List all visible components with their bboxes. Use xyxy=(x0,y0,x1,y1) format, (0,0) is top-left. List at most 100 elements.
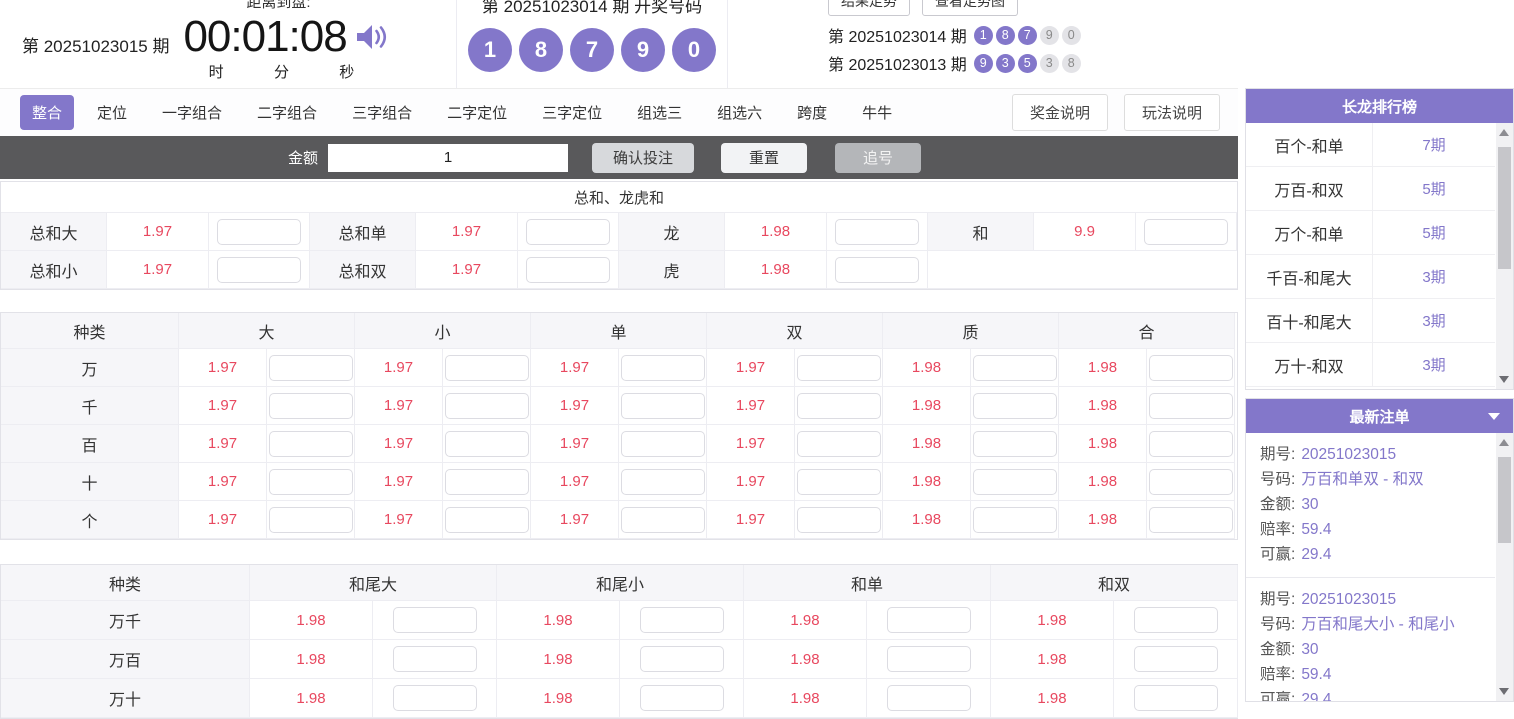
tab-9[interactable]: 跨度 xyxy=(785,95,839,130)
scroll-up-icon[interactable] xyxy=(1499,439,1509,446)
bet-amount-input[interactable] xyxy=(973,469,1057,495)
bet-amount-input[interactable] xyxy=(526,257,610,283)
bet-amount-input[interactable] xyxy=(835,219,919,245)
tab-2[interactable]: 一字组合 xyxy=(150,95,234,130)
bet-amount-input[interactable] xyxy=(269,469,353,495)
bet-amount-input[interactable] xyxy=(973,355,1057,381)
dragon-name: 百十-和尾大 xyxy=(1246,299,1373,342)
column-header: 单 xyxy=(531,313,707,349)
bet-odds: 1.97 xyxy=(707,463,795,501)
order-entry: 期号:20251023015号码:万百和尾大小 - 和尾小金额:30赔率:59.… xyxy=(1246,578,1495,701)
bet-amount-input[interactable] xyxy=(887,685,971,711)
view-trend-chart-button[interactable]: 查看走势图 xyxy=(922,0,1018,16)
play-help-button[interactable]: 玩法说明 xyxy=(1124,94,1220,131)
bet-amount-input[interactable] xyxy=(1134,685,1218,711)
tab-0[interactable]: 整合 xyxy=(20,95,74,130)
bet-amount-input[interactable] xyxy=(640,685,724,711)
draw-ball: 8 xyxy=(519,28,563,72)
bet-amount-input[interactable] xyxy=(393,607,477,633)
bet-amount-input[interactable] xyxy=(835,257,919,283)
bet-amount-input[interactable] xyxy=(887,646,971,672)
bet-amount-input[interactable] xyxy=(621,431,705,457)
bet-amount-input[interactable] xyxy=(1134,646,1218,672)
scrollbar-thumb[interactable] xyxy=(1498,147,1511,269)
scroll-down-icon[interactable] xyxy=(1499,688,1509,695)
bet-input-cell xyxy=(443,387,531,425)
bet-amount-input[interactable] xyxy=(1149,393,1233,419)
bet-input-cell xyxy=(1147,387,1235,425)
bet-amount-input[interactable] xyxy=(640,646,724,672)
bonus-help-button[interactable]: 奖金说明 xyxy=(1012,94,1108,131)
tab-1[interactable]: 定位 xyxy=(85,95,139,130)
order-period-label: 期号: xyxy=(1260,442,1295,467)
dragon-list-item: 万百-和双5期 xyxy=(1246,167,1495,211)
bet-amount-input[interactable] xyxy=(973,507,1057,533)
bet-amount-input[interactable] xyxy=(797,431,881,457)
bet-amount-input[interactable] xyxy=(269,393,353,419)
tab-6[interactable]: 三字定位 xyxy=(530,95,614,130)
scroll-up-icon[interactable] xyxy=(1499,129,1509,136)
bet-label: 总和大 xyxy=(1,213,107,251)
bet-amount-input[interactable] xyxy=(393,685,477,711)
tab-5[interactable]: 二字定位 xyxy=(435,95,519,130)
scrollbar-thumb[interactable] xyxy=(1498,457,1511,543)
reset-button[interactable]: 重置 xyxy=(721,143,807,173)
bet-input-cell xyxy=(373,601,497,640)
orders-scrollbar[interactable] xyxy=(1496,433,1513,701)
scroll-down-icon[interactable] xyxy=(1499,376,1509,383)
bet-amount-input[interactable] xyxy=(217,219,301,245)
main-panel: 整合定位一字组合二字组合三字组合二字定位三字定位组选三组选六跨度牛牛 奖金说明 … xyxy=(0,88,1238,719)
empty-cell xyxy=(928,251,1237,289)
bet-amount-input[interactable] xyxy=(621,507,705,533)
bet-amount-input[interactable] xyxy=(1149,507,1233,533)
bet-amount-input[interactable] xyxy=(621,393,705,419)
bet-amount-input[interactable] xyxy=(621,469,705,495)
bet-amount-input[interactable] xyxy=(1144,219,1228,245)
bet-amount-input[interactable] xyxy=(1149,469,1233,495)
bet-input-cell xyxy=(619,425,707,463)
history-period-label: 第 20251023014 期 xyxy=(828,23,967,47)
collapse-caret-icon[interactable] xyxy=(1488,413,1500,420)
bet-amount-input[interactable] xyxy=(1149,431,1233,457)
bet-amount-input[interactable] xyxy=(797,355,881,381)
bet-amount-input[interactable] xyxy=(445,507,529,533)
bet-amount-input[interactable] xyxy=(445,469,529,495)
bet-amount-input[interactable] xyxy=(445,431,529,457)
tab-3[interactable]: 二字组合 xyxy=(245,95,329,130)
bet-amount-input[interactable] xyxy=(445,355,529,381)
bet-amount-input[interactable] xyxy=(797,507,881,533)
tab-10[interactable]: 牛牛 xyxy=(850,95,904,130)
order-win-label: 可赢: xyxy=(1260,687,1295,701)
bet-amount-input[interactable] xyxy=(797,469,881,495)
dragon-scrollbar[interactable] xyxy=(1496,123,1513,389)
speaker-icon[interactable] xyxy=(355,22,389,57)
bet-amount-input[interactable] xyxy=(621,355,705,381)
bet-amount-input[interactable] xyxy=(640,607,724,633)
chase-number-button[interactable]: 追号 xyxy=(835,143,921,173)
bet-amount-input[interactable] xyxy=(973,393,1057,419)
tab-7[interactable]: 组选三 xyxy=(625,95,694,130)
column-header: 大 xyxy=(179,313,355,349)
confirm-bet-button[interactable]: 确认投注 xyxy=(592,143,694,173)
bet-amount-input[interactable] xyxy=(269,507,353,533)
bet-amount-input[interactable] xyxy=(269,431,353,457)
order-odds-label: 赔率: xyxy=(1260,517,1295,542)
bet-amount-input[interactable] xyxy=(1149,355,1233,381)
bet-input-cell xyxy=(867,640,991,679)
bet-amount-input[interactable] xyxy=(445,393,529,419)
bet-amount-input[interactable] xyxy=(797,393,881,419)
amount-input[interactable] xyxy=(328,144,568,172)
dragon-panel-header: 长龙排行榜 xyxy=(1246,89,1513,123)
bet-amount-input[interactable] xyxy=(526,219,610,245)
results-trend-button[interactable]: 结果走势 xyxy=(828,0,910,16)
bet-input-cell xyxy=(1147,349,1235,387)
bet-amount-input[interactable] xyxy=(393,646,477,672)
bet-amount-input[interactable] xyxy=(1134,607,1218,633)
bet-amount-input[interactable] xyxy=(217,257,301,283)
tab-8[interactable]: 组选六 xyxy=(705,95,774,130)
tab-4[interactable]: 三字组合 xyxy=(340,95,424,130)
bet-amount-input[interactable] xyxy=(887,607,971,633)
order-odds: 赔率:59.4 xyxy=(1260,517,1495,542)
bet-amount-input[interactable] xyxy=(973,431,1057,457)
bet-amount-input[interactable] xyxy=(269,355,353,381)
